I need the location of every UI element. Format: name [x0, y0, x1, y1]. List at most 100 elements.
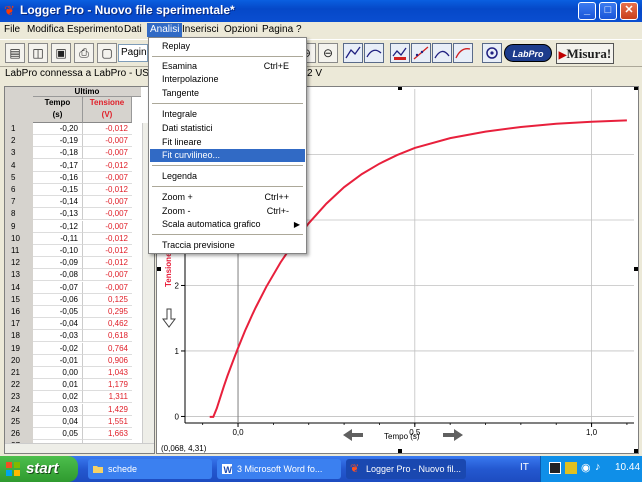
cell-voltage[interactable]: -0,012: [83, 232, 132, 245]
scroll-down-arrow-icon[interactable]: [162, 308, 176, 328]
table-row[interactable]: 18 -0,03 0,618: [5, 330, 141, 343]
table-row[interactable]: 14 -0,07 -0,007: [5, 281, 141, 294]
open-folder-icon[interactable]: ◫: [28, 43, 48, 63]
cell-voltage[interactable]: -0,007: [83, 196, 132, 209]
table-row[interactable]: 11 -0,10 -0,012: [5, 245, 141, 257]
table-row[interactable]: 20 -0,01 0,906: [5, 354, 141, 367]
cell-time[interactable]: -0,04: [33, 318, 83, 331]
menu-item-tangente[interactable]: Tangente: [150, 87, 305, 100]
cell-time[interactable]: 0,05: [33, 428, 83, 440]
cell-voltage[interactable]: 1,429: [83, 403, 132, 416]
resize-handle-bottom-right[interactable]: [634, 449, 638, 453]
table-row[interactable]: 23 0,02 1,311: [5, 391, 141, 404]
menu-esperimento[interactable]: Esperimento: [64, 23, 126, 37]
menu-item-dati-statistici[interactable]: Dati statistici: [150, 122, 305, 135]
settings-icon[interactable]: [482, 43, 502, 63]
print-icon[interactable]: ⎙: [74, 43, 94, 63]
cell-time[interactable]: -0,03: [33, 330, 83, 343]
cell-voltage[interactable]: -0,007: [83, 208, 132, 221]
cell-time[interactable]: 0,00: [33, 367, 83, 379]
collect-button[interactable]: ▶Misura!: [556, 43, 614, 64]
zoom-out-icon[interactable]: ⊖: [318, 43, 338, 63]
cell-voltage[interactable]: 1,311: [83, 391, 132, 404]
table-row[interactable]: 16 -0,05 0,295: [5, 306, 141, 318]
table-row[interactable]: 12 -0,09 -0,012: [5, 257, 141, 270]
cell-voltage[interactable]: -0,007: [83, 171, 132, 184]
cell-time[interactable]: -0,12: [33, 220, 83, 233]
cell-time[interactable]: 0,02: [33, 391, 83, 404]
menu-pagina[interactable]: Pagina: [259, 23, 296, 37]
new-file-icon[interactable]: ▤: [5, 43, 25, 63]
cell-voltage[interactable]: 1,663: [83, 428, 132, 440]
column-header-time[interactable]: Tempo (s): [33, 97, 83, 123]
cell-voltage[interactable]: -0,007: [83, 220, 132, 233]
menu-item-traccia-previsione[interactable]: Traccia previsione: [150, 239, 305, 252]
page-selector[interactable]: Pagina 1: [118, 44, 148, 62]
menu-analisi[interactable]: Analisi: [147, 23, 183, 37]
start-button[interactable]: start: [0, 456, 78, 482]
cell-time[interactable]: -0,16: [33, 171, 83, 184]
menu-item-zoom-in[interactable]: Zoom + Ctrl++: [150, 191, 305, 204]
table-row[interactable]: 26 0,05 1,663: [5, 428, 141, 440]
table-row[interactable]: 6 -0,15 -0,012: [5, 184, 141, 196]
resize-handle-left[interactable]: [157, 267, 161, 271]
cell-voltage[interactable]: 0,906: [83, 354, 132, 367]
task-logger-pro[interactable]: ❦ Logger Pro - Nuovo fil...: [346, 459, 466, 479]
tray-shield-icon[interactable]: ◉: [581, 461, 593, 475]
table-row[interactable]: 17 -0,04 0,462: [5, 318, 141, 331]
menu-item-replay[interactable]: Replay: [150, 40, 305, 53]
cell-voltage[interactable]: 0,462: [83, 318, 132, 331]
scroll-right-arrow-icon[interactable]: [443, 429, 463, 441]
menu-item-interpolazione[interactable]: Interpolazione: [150, 73, 305, 86]
cell-time[interactable]: 0,01: [33, 379, 83, 392]
cell-time[interactable]: 0,03: [33, 403, 83, 416]
tray-monitor-icon[interactable]: [549, 462, 561, 474]
table-row[interactable]: 24 0,03 1,429: [5, 403, 141, 416]
data-table[interactable]: Ultimo Tempo (s) Tensione (V) 1 -0,20 -0,0…: [4, 86, 155, 454]
cell-voltage[interactable]: -0,007: [83, 147, 132, 160]
menu-item-zoom-out[interactable]: Zoom - Ctrl+-: [150, 205, 305, 218]
cell-time[interactable]: -0,14: [33, 196, 83, 209]
maximize-button[interactable]: □: [599, 2, 617, 20]
menu-inserisci[interactable]: Inserisci: [179, 23, 222, 37]
cell-time[interactable]: -0,09: [33, 257, 83, 270]
cell-voltage[interactable]: -0,012: [83, 184, 132, 196]
examine-icon[interactable]: [343, 43, 363, 63]
close-button[interactable]: ✕: [620, 2, 638, 20]
cell-voltage[interactable]: -0,012: [83, 257, 132, 270]
task-word[interactable]: W 3 Microsoft Word fo...: [217, 459, 341, 479]
resize-handle-top-right[interactable]: [634, 87, 638, 90]
resize-handle-top[interactable]: [398, 87, 402, 90]
cell-voltage[interactable]: 0,618: [83, 330, 132, 343]
page-icon[interactable]: ▢: [97, 43, 117, 63]
cell-time[interactable]: -0,15: [33, 184, 83, 196]
menu-item-fit-lineare[interactable]: Fit lineare: [150, 136, 305, 149]
table-row[interactable]: 10 -0,11 -0,012: [5, 232, 141, 245]
cell-voltage[interactable]: 0,295: [83, 306, 132, 318]
cell-time[interactable]: -0,20: [33, 123, 83, 135]
stats-icon[interactable]: [390, 43, 410, 63]
integral-icon[interactable]: [432, 43, 452, 63]
cell-time[interactable]: -0,18: [33, 147, 83, 160]
table-row[interactable]: 13 -0,08 -0,007: [5, 269, 141, 282]
cell-time[interactable]: -0,10: [33, 245, 83, 257]
table-row[interactable]: 4 -0,17 -0,012: [5, 159, 141, 172]
tangent-icon[interactable]: [364, 43, 384, 63]
menu-item-esamina[interactable]: Esamina Ctrl+E: [150, 60, 305, 73]
cell-voltage[interactable]: -0,012: [83, 123, 132, 135]
cell-voltage[interactable]: 1,179: [83, 379, 132, 392]
curve-fit-icon[interactable]: [453, 43, 473, 63]
cell-time[interactable]: -0,02: [33, 342, 83, 355]
table-row[interactable]: 8 -0,13 -0,007: [5, 208, 141, 221]
scroll-left-arrow-icon[interactable]: [343, 429, 363, 441]
cell-voltage[interactable]: 0,125: [83, 293, 132, 306]
cell-time[interactable]: 0,04: [33, 415, 83, 428]
table-row[interactable]: 25 0,04 1,551: [5, 415, 141, 428]
resize-handle-bottom[interactable]: [398, 449, 402, 453]
cell-voltage[interactable]: 1,043: [83, 367, 132, 379]
menu-item-integrale[interactable]: Integrale: [150, 108, 305, 121]
table-row[interactable]: 21 0,00 1,043: [5, 367, 141, 379]
cell-time[interactable]: -0,17: [33, 159, 83, 172]
menu-help[interactable]: ?: [293, 23, 305, 37]
cell-voltage[interactable]: -0,007: [83, 135, 132, 148]
